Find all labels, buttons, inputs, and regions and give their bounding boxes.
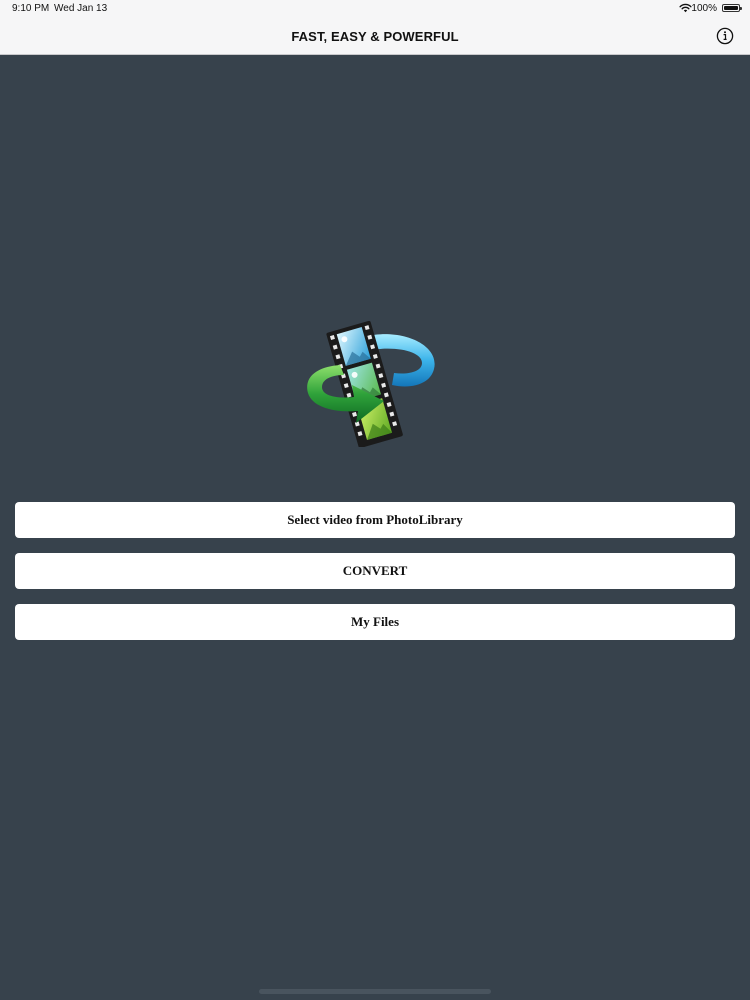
convert-button[interactable]: CONVERT (15, 553, 735, 589)
status-time: 9:10 PM (12, 3, 50, 14)
status-date: Wed Jan 13 (54, 3, 108, 14)
top-bar: 9:10 PM Wed Jan 13 100% FAST, EASY & POW… (0, 0, 750, 55)
my-files-button[interactable]: My Files (15, 604, 735, 640)
page-title: FAST, EASY & POWERFUL (291, 29, 459, 44)
battery-percentage: 100% (691, 3, 717, 14)
video-convert-logo-icon (307, 320, 435, 447)
info-icon (716, 27, 734, 45)
wifi-icon (679, 3, 692, 13)
info-button[interactable] (716, 27, 734, 45)
home-indicator[interactable] (259, 989, 491, 994)
battery-icon (722, 4, 742, 12)
battery-level-fill (724, 6, 738, 10)
select-video-button[interactable]: Select video from PhotoLibrary (15, 502, 735, 538)
